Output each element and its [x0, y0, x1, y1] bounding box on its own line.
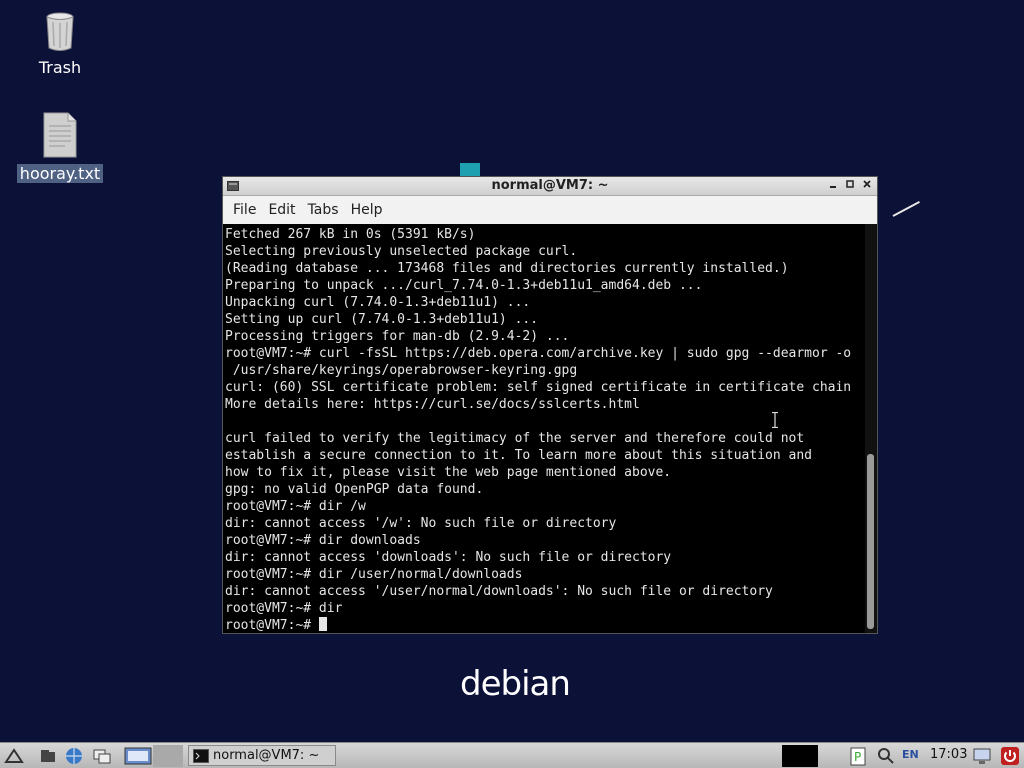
debian-logo: debian	[460, 664, 571, 704]
task-label: normal@VM7: ~	[213, 748, 320, 763]
taskbar: normal@VM7: ~ P EN 17:03	[0, 742, 1024, 768]
menu-help[interactable]: Help	[345, 196, 389, 224]
terminal-line: dir: cannot access 'downloads': No such …	[225, 550, 672, 565]
menu-file[interactable]: File	[227, 196, 262, 224]
svg-text:P: P	[854, 750, 861, 764]
desktop-icon-trash[interactable]: Trash	[15, 12, 105, 77]
terminal-line: Fetched 267 kB in 0s (5391 kB/s)	[225, 227, 476, 242]
terminal-line: curl: (60) SSL certificate problem: self…	[225, 380, 852, 395]
terminal-line: curl failed to verify the legitimacy of …	[225, 431, 805, 446]
browser-icon[interactable]	[64, 746, 84, 766]
terminal-line: root@VM7:~# dir	[225, 601, 343, 616]
terminal-line: dir: cannot access '/w': No such file or…	[225, 516, 617, 531]
power-icon[interactable]	[1000, 746, 1020, 766]
maximize-button[interactable]	[842, 178, 858, 194]
desktop-icon-label: Trash	[38, 58, 82, 77]
terminal-prompt: root@VM7:~#	[225, 618, 319, 633]
menu-bar: File Edit Tabs Help	[223, 196, 877, 225]
text-file-icon	[43, 112, 77, 158]
search-icon[interactable]	[876, 746, 896, 766]
terminal-prompt-line: root@VM7:~#	[225, 617, 867, 633]
terminal-line: root@VM7:~# dir /user/normal/downloads	[225, 567, 523, 582]
terminal-line: (Reading database ... 173468 files and d…	[225, 261, 789, 276]
trash-icon	[46, 12, 74, 51]
terminal-line: More details here: https://curl.se/docs/…	[225, 397, 640, 412]
show-desktop-icon[interactable]	[38, 746, 58, 766]
terminal-line: /usr/share/keyrings/operabrowser-keyring…	[225, 363, 578, 378]
windows-icon[interactable]	[92, 746, 112, 766]
terminal-line: Selecting previously unselected package …	[225, 244, 578, 259]
keyboard-layout[interactable]: EN	[902, 748, 919, 761]
workspace-icon[interactable]	[124, 746, 152, 766]
terminal-scrollbar[interactable]	[865, 224, 877, 633]
start-menu-icon[interactable]	[4, 746, 24, 766]
desktop: Trash hooray.txt debian normal@VM7: ~ Fi…	[0, 0, 1024, 742]
maximize-icon	[846, 180, 854, 188]
terminal-window[interactable]: normal@VM7: ~ File Edit Tabs Help Fetche…	[222, 176, 878, 634]
terminal-line: root@VM7:~# dir /w	[225, 499, 366, 514]
menu-tabs[interactable]: Tabs	[302, 196, 345, 224]
close-icon	[863, 180, 871, 188]
terminal-line: Unpacking curl (7.74.0-1.3+deb11u1) ...	[225, 295, 531, 310]
scrollbar-thumb[interactable]	[867, 454, 874, 629]
desktop-artifact	[460, 163, 480, 177]
terminal-line: Preparing to unpack .../curl_7.74.0-1.3+…	[225, 278, 703, 293]
terminal-line: root@VM7:~# curl -fsSL https://deb.opera…	[225, 346, 852, 361]
clipboard-icon[interactable]: P	[848, 746, 868, 766]
terminal-cursor	[318, 617, 327, 631]
lock-screen-icon[interactable]	[972, 746, 992, 766]
terminal-line: how to fix it, please visit the web page…	[225, 465, 672, 480]
desktop-artifact-line	[892, 201, 920, 217]
terminal-line: establish a secure connection to it. To …	[225, 448, 812, 463]
clock[interactable]: 17:03	[930, 747, 967, 762]
system-monitor[interactable]	[782, 745, 818, 767]
menu-edit[interactable]: Edit	[262, 196, 301, 224]
close-button[interactable]	[859, 178, 875, 194]
terminal-line: gpg: no valid OpenPGP data found.	[225, 482, 484, 497]
terminal-output[interactable]: Fetched 267 kB in 0s (5391 kB/s) Selectin…	[223, 224, 867, 633]
terminal-line: dir: cannot access '/user/normal/downloa…	[225, 584, 773, 599]
minimize-button[interactable]	[825, 178, 841, 194]
window-title: normal@VM7: ~	[491, 178, 609, 193]
window-titlebar[interactable]: normal@VM7: ~	[223, 177, 877, 196]
text-cursor-icon	[772, 412, 778, 428]
terminal-line: Processing triggers for man-db (2.9.4-2)…	[225, 329, 570, 344]
terminal-icon	[193, 748, 209, 763]
desktop-icon-hooray-txt[interactable]: hooray.txt	[15, 112, 105, 183]
minimize-icon	[830, 186, 836, 188]
taskbar-task-terminal[interactable]: normal@VM7: ~	[188, 745, 336, 766]
terminal-line: root@VM7:~# dir downloads	[225, 533, 421, 548]
workspace-switcher[interactable]	[153, 745, 183, 767]
desktop-icon-label: hooray.txt	[16, 164, 104, 183]
terminal-line: Setting up curl (7.74.0-1.3+deb11u1) ...	[225, 312, 539, 327]
terminal-lines: Fetched 267 kB in 0s (5391 kB/s) Selectin…	[223, 224, 867, 633]
